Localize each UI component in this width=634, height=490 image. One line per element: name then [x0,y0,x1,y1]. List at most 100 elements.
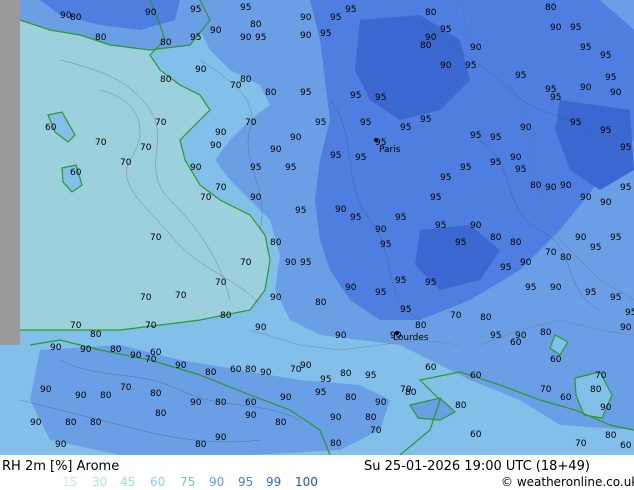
contour-label: 80 [150,389,162,399]
contour-label: 90 [40,385,52,395]
contour-label: 95 [365,371,376,381]
contour-label: 90 [300,13,312,23]
contour-label: 80 [205,368,217,378]
contour-label: 90 [545,183,557,193]
contour-label: 60 [470,430,482,440]
contour-label: 95 [300,258,311,268]
contour-label: 90 [600,403,612,413]
contour-label: 80 [510,238,522,248]
contour-label: 95 [490,331,501,341]
contour-label: 95 [435,221,446,231]
contour-label: 90 [250,193,262,203]
contour-label: 80 [110,345,122,355]
contour-label: 90 [215,128,227,138]
contour-label: 80 [160,38,172,48]
contour-label: 90 [470,43,482,53]
contour-label: 70 [230,81,242,91]
contour-label: 70 [545,248,557,258]
scale-value: 95 [238,475,254,489]
contour-label: 95 [285,163,296,173]
contour-label: 60 [245,398,257,408]
contour-label: 90 [280,393,292,403]
contour-label: 60 [70,168,82,178]
contour-label: 90 [260,368,272,378]
contour-label: 95 [330,151,341,161]
contour-label: 95 [490,158,501,168]
contour-label: 95 [440,25,451,35]
contour-label: 90 [580,193,592,203]
contour-label: 90 [255,323,267,333]
contour-label: 70 [95,138,107,148]
contour-label: 80 [480,313,492,323]
product-label: RH 2m [%] Arome [2,459,119,474]
contour-label: 90 [290,133,302,143]
contour-label: 95 [610,293,621,303]
contour-label: 95 [295,206,306,216]
map-left-frame [0,0,20,345]
contour-label: 95 [255,33,266,43]
map-canvas: 90 90 95 95809095 90 95 90 95959590 8095908090 95… [0,0,634,455]
contour-label: 80 [90,418,102,428]
contour-label: 90 [75,391,87,401]
contour-label: 70 [575,439,587,449]
contour-label: 80 [455,401,467,411]
contour-label: 90 [195,65,207,75]
contour-label: 70 [200,193,212,203]
contour-label: 95 [500,263,511,273]
contour-label: 90 [300,31,312,41]
contour-label: 60 [470,371,482,381]
contour-label: 70 [155,118,167,128]
contour-label: 80 [240,75,252,85]
contour-label: 95 [330,13,341,23]
contour-label: 80 [420,41,432,51]
contour-label: 90 [145,8,157,18]
contour-label: 80 [275,418,287,428]
contour-label: 95 [400,123,411,133]
contour-label: 95 [395,213,406,223]
contour-label: 90 [245,411,257,421]
contour-label: 90 [580,83,592,93]
contour-label: 80 [95,33,107,43]
contour-label: 95 [380,240,391,250]
contour-label: 95 [550,93,561,103]
city-lourdes: Lourdes [393,331,429,343]
contour-label: 80 [530,181,542,191]
contour-label: 95 [315,388,326,398]
contour-label: 80 [405,388,417,398]
contour-label: 90 [190,163,202,173]
contour-label: 95 [320,29,331,39]
contour-label: 95 [580,43,591,53]
contour-label: 90 [610,88,622,98]
contour-label: 95 [420,115,431,125]
contour-label: 95 [585,288,596,298]
contour-label: 70 [145,321,157,331]
contour-label: 95 [620,183,631,193]
contour-label: 90 [130,351,142,361]
contour-label: 90 [240,33,252,43]
contour-label: 80 [65,418,77,428]
contour-label: 60 [550,355,562,365]
contour-label: 90 [30,418,42,428]
contour-label: 95 [600,126,611,136]
map-footer: RH 2m [%] Arome Su 25-01-2026 19:00 UTC … [0,455,634,490]
contour-label: 90 [285,258,297,268]
contour-label: 80 [345,393,357,403]
contour-label: 90 [440,61,452,71]
contour-label: 95 [350,91,361,101]
contour-label: 60 [560,393,572,403]
contour-label: 90 [560,181,572,191]
contour-label: 90 [620,323,632,333]
contour-label: 80 [315,298,327,308]
contour-label: 80 [425,8,437,18]
contour-label: 80 [265,88,277,98]
contour-label: 80 [340,369,352,379]
contour-label: 80 [490,233,502,243]
contour-label: 90 [375,398,387,408]
product-name: RH 2m [%] [2,459,73,474]
contour-label: 60 [45,123,57,133]
weather-map: 90 90 95 95 80 90 95 90 95 90 95 95 95 90 80 95 90 80 90 95… [0,0,634,455]
contour-label: 95 [400,305,411,315]
contour-label: 95 [425,278,436,288]
valid-time: Su 25-01-2026 19:00 UTC (18+49) [364,459,590,474]
contour-label: 70 [175,291,187,301]
